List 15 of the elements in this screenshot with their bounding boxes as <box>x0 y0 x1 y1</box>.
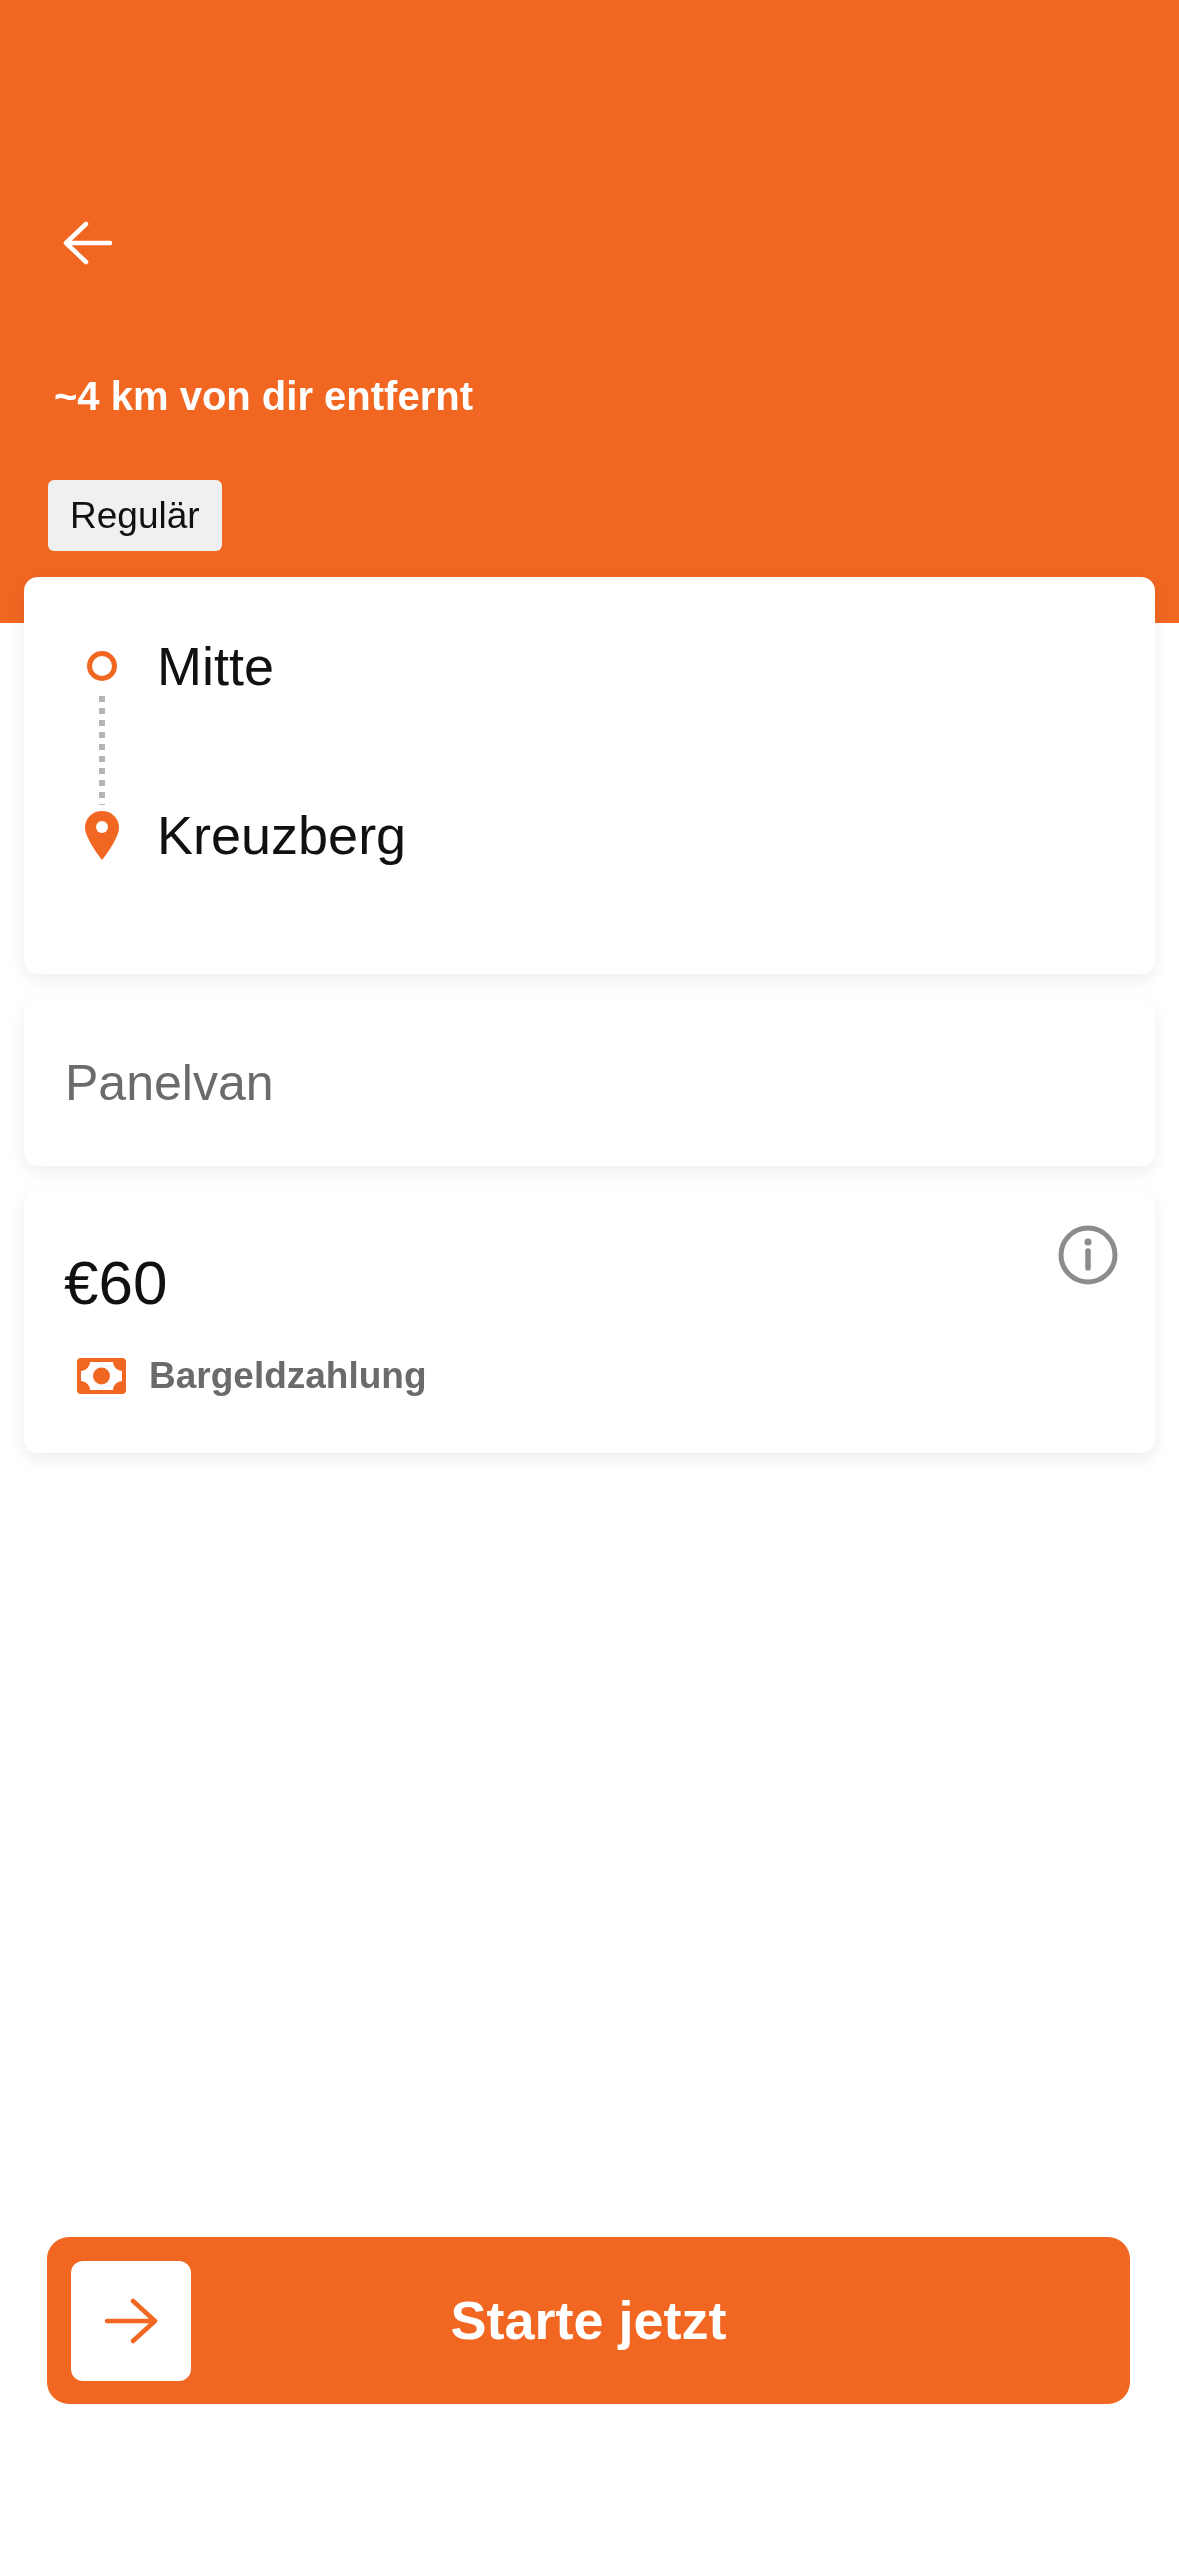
info-icon <box>1058 1225 1118 1285</box>
cash-icon <box>77 1357 126 1394</box>
distance-text: ~4 km von dir entfernt <box>54 373 473 419</box>
stop-name: Kreuzberg <box>157 805 407 865</box>
vehicle-type-text: Panelvan <box>65 1053 274 1113</box>
start-button[interactable]: Starte jetzt <box>47 2237 1130 2404</box>
price-amount: €60 <box>64 1250 168 1316</box>
back-arrow-icon <box>62 221 112 265</box>
payment-method-text: Bargeldzahlung <box>149 1354 427 1398</box>
category-tag: Regulär <box>48 480 222 551</box>
ring-icon <box>87 651 117 681</box>
map-pin-icon <box>85 810 119 860</box>
arrow-tile-icon <box>71 2260 191 2381</box>
stop-name: Mitte <box>157 636 275 696</box>
info-button[interactable] <box>1058 1225 1118 1285</box>
